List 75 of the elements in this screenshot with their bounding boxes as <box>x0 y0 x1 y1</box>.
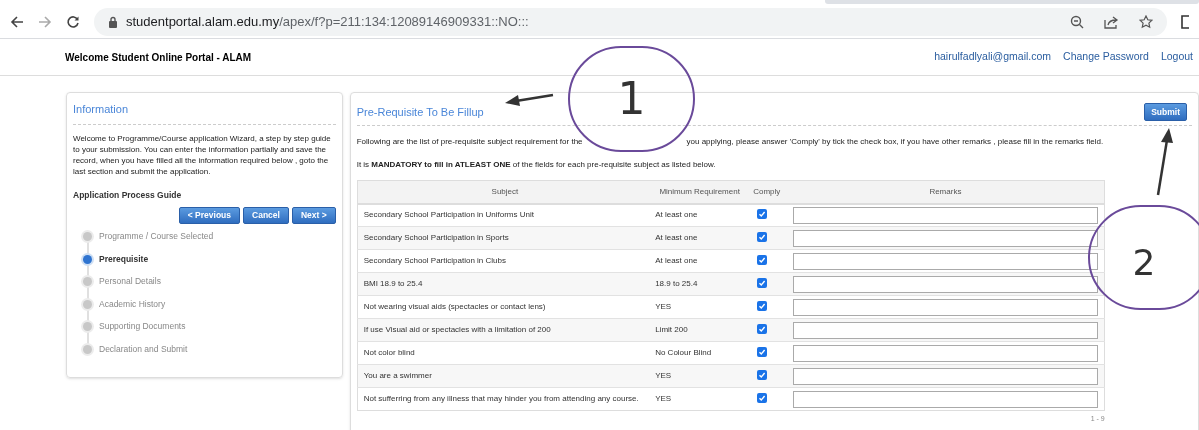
table-cell: At least one <box>652 226 748 250</box>
step-label[interactable]: Declaration and Submit <box>99 342 188 356</box>
table-cell: Not sufferring from any illness that may hinder you from attending any course. <box>357 387 653 411</box>
wizard-description: Welcome to Programme/Course application Wizard, a step by step guide to your submission. You can enter the information partially and save the record, when you have filled all the information required below , goto the last section and submit the application. <box>73 132 332 177</box>
step-label[interactable]: Personal Details <box>99 275 161 288</box>
table-cell: 18.9 to 25.4 <box>652 272 748 296</box>
remarks-field[interactable] <box>793 298 1098 316</box>
reload-icon[interactable] <box>66 14 80 29</box>
window-icon[interactable] <box>1181 14 1189 29</box>
zoom-out-icon[interactable] <box>1070 14 1084 29</box>
comply-checkbox[interactable] <box>757 323 768 334</box>
panel-title: Pre-Requisite To Be Fillup <box>356 104 484 120</box>
callout-number: 1 <box>617 72 646 126</box>
wizard-button[interactable]: < Previous <box>178 207 241 225</box>
callout-number: 2 <box>1132 240 1156 285</box>
remarks-field[interactable] <box>793 390 1098 408</box>
comply-checkbox[interactable] <box>757 231 768 242</box>
table-cell: At least one <box>652 203 748 227</box>
callout-arrow <box>1156 128 1173 196</box>
comply-checkbox[interactable] <box>757 346 768 357</box>
remarks-field[interactable] <box>793 206 1098 224</box>
table-cell: Secondary School Participation in Clubs <box>357 249 653 273</box>
column-header: Minimum Requirement <box>652 180 748 204</box>
remarks-field[interactable] <box>793 229 1098 247</box>
column-header: Subject <box>357 180 653 204</box>
remarks-field[interactable] <box>793 321 1098 339</box>
table-cell: Secondary School Participation in Sports <box>357 226 653 250</box>
table-cell: If use Visual aid or spectacles with a limitation of 200 <box>357 318 653 342</box>
portal-title: Welcome Student Online Portal - ALAM <box>65 50 252 65</box>
remarks-field[interactable] <box>793 367 1098 385</box>
step-label[interactable]: Academic History <box>99 297 166 311</box>
column-header: Comply <box>747 180 788 204</box>
callout-arrow <box>505 93 554 106</box>
remarks-field[interactable] <box>793 344 1098 362</box>
comply-checkbox[interactable] <box>757 277 768 288</box>
step-label[interactable]: Supporting Documents <box>99 320 186 333</box>
remarks-field[interactable] <box>793 275 1098 293</box>
comply-checkbox[interactable] <box>757 369 768 380</box>
table-cell: Secondary School Participation in Uniforms Unit <box>357 203 653 227</box>
table-cell: No Colour Blind <box>652 341 748 365</box>
wizard-button[interactable]: Cancel <box>243 207 289 225</box>
address-bar[interactable]: studentportal.alam.edu.my/apex/f?p=211:134:12089146909331::NO::: <box>94 7 1167 36</box>
mandatory-note: It is MANDATORY to fill in ATLEAST ONE of the fields for each pre-requisite subject as listed below. <box>356 159 717 171</box>
instruction-text: you applying, please answer 'Comply' by tick the check box, if you have other remarks , please fill in the remarks field. <box>686 136 1104 148</box>
table-cell: Not color blind <box>357 341 653 365</box>
forward-icon[interactable] <box>38 14 52 29</box>
table-cell: At least one <box>652 249 748 273</box>
back-icon[interactable] <box>10 14 24 29</box>
guide-title: Application Process Guide <box>73 188 183 202</box>
table-cell: Limit 200 <box>652 318 748 342</box>
panel-title: Information <box>73 101 336 125</box>
comply-checkbox[interactable] <box>757 254 768 265</box>
submit-button[interactable]: Submit <box>1144 103 1187 121</box>
comply-checkbox[interactable] <box>757 300 768 311</box>
column-header: Remarks <box>787 180 1105 204</box>
wizard-button[interactable]: Next > <box>291 207 336 225</box>
step-label[interactable]: Programme / Course Selected <box>99 230 214 243</box>
table-cell: YES <box>652 387 748 411</box>
table-cell: BMI 18.9 to 25.4 <box>357 272 653 296</box>
table-cell: YES <box>652 295 748 319</box>
lock-icon <box>108 15 118 28</box>
table-cell: You are a swimmer <box>357 364 653 388</box>
header-link[interactable]: Logout <box>1160 49 1193 65</box>
table-cell: YES <box>652 364 748 388</box>
comply-checkbox[interactable] <box>757 392 768 403</box>
step-label[interactable]: Prerequisite <box>99 252 149 266</box>
comply-checkbox[interactable] <box>757 208 768 219</box>
table-cell: Not wearing visual aids (spectacles or contact lens) <box>357 295 653 319</box>
share-icon[interactable] <box>1104 14 1119 29</box>
instruction-text: Following are the list of pre-requisite subject requirement for the <box>356 136 583 148</box>
url-text: studentportal.alam.edu.my/apex/f?p=211:134:12089146909331::NO::: <box>126 12 529 31</box>
header-link[interactable]: hairulfadlyali@gmail.com <box>934 49 1052 65</box>
header-link[interactable]: Change Password <box>1063 49 1149 65</box>
remarks-field[interactable] <box>793 252 1098 270</box>
star-icon[interactable] <box>1139 14 1153 29</box>
